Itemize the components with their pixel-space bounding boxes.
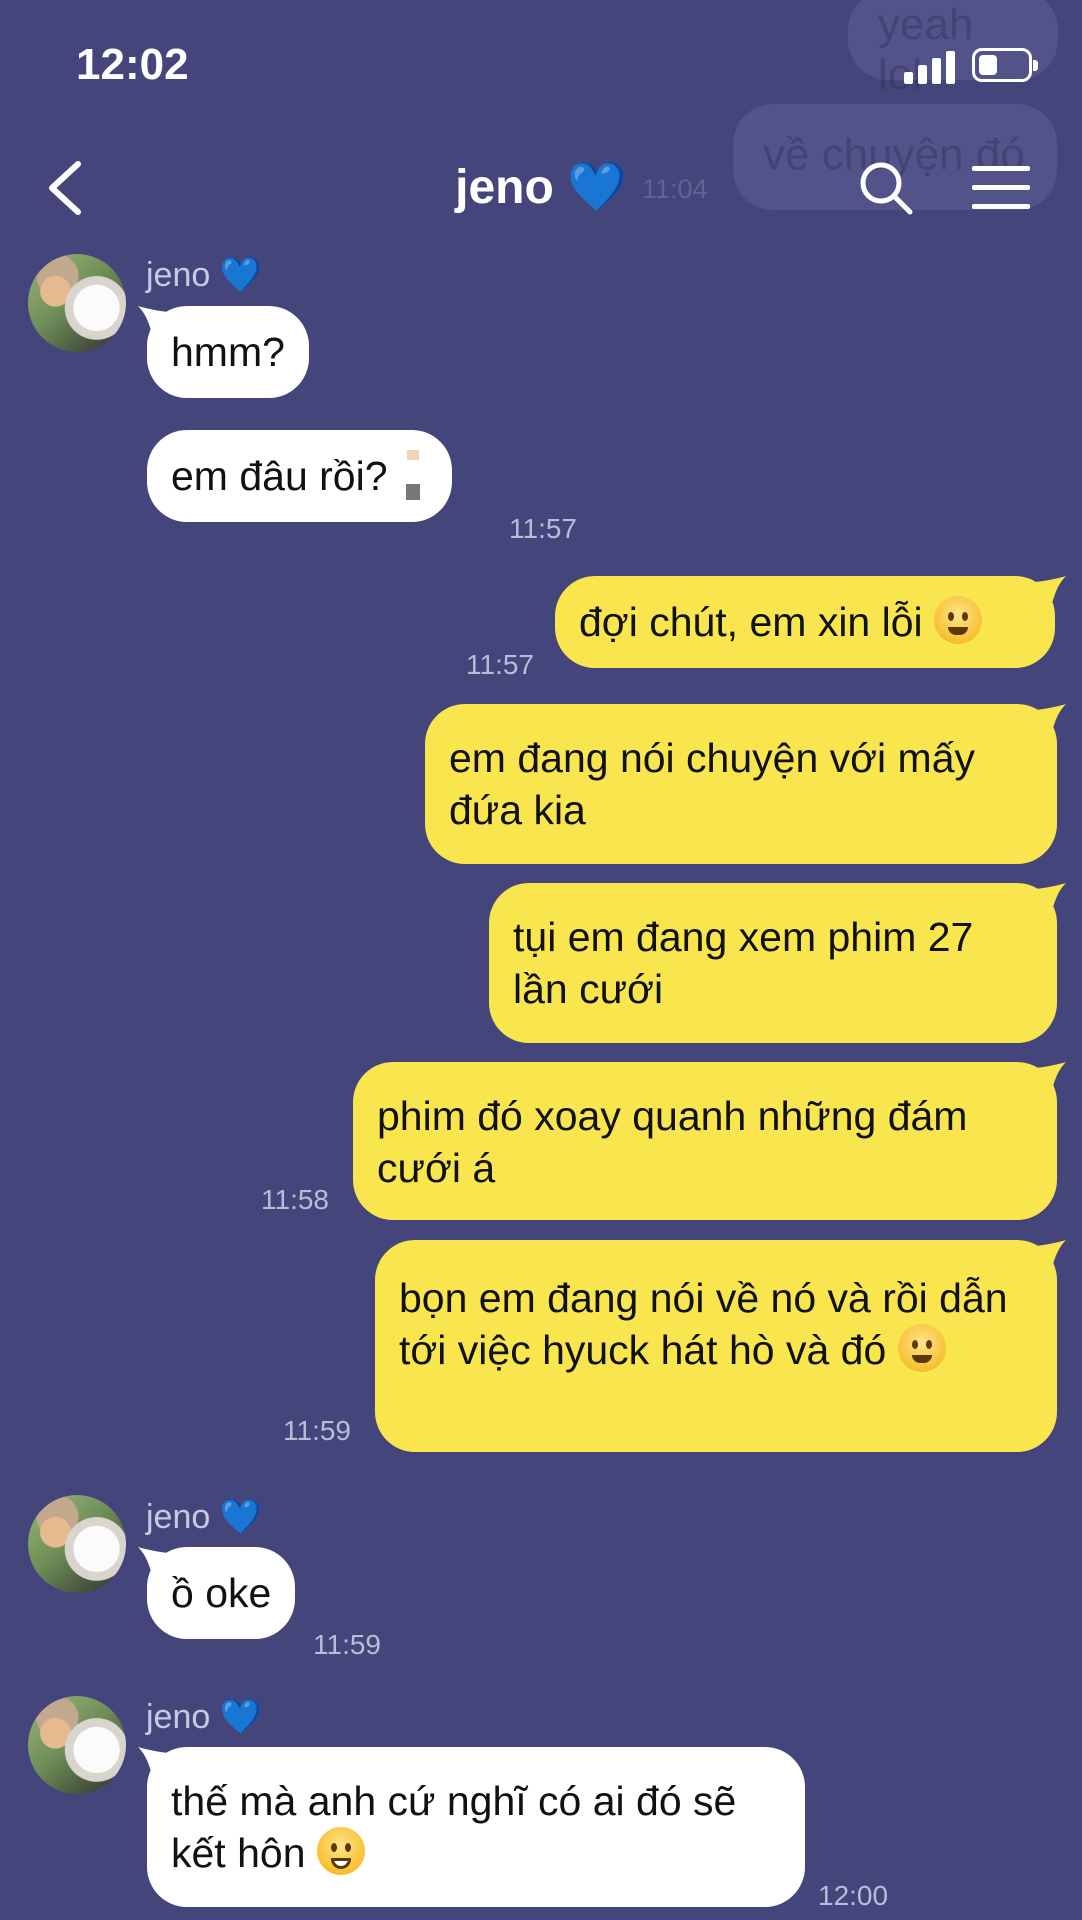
message-time: 12:00	[818, 1880, 889, 1911]
menu-icon[interactable]	[972, 166, 1030, 210]
avatar[interactable]	[28, 1495, 126, 1593]
message-bubble[interactable]: bọn em đang nói về nó và rồi dẫn tới việ…	[375, 1240, 1057, 1452]
message-bubble[interactable]: đợi chút, em xin lỗi	[555, 576, 1055, 668]
message-time: 11:59	[313, 1629, 381, 1660]
message-bubble[interactable]: em đang nói chuyện với mấy đứa kia	[425, 704, 1057, 864]
woozy-face-emoji	[897, 1324, 946, 1372]
status-time: 12:02	[76, 40, 189, 89]
avatar[interactable]	[28, 254, 126, 352]
search-icon[interactable]	[858, 160, 914, 216]
battery-icon	[972, 48, 1038, 82]
message-time: 11:58	[261, 1184, 329, 1215]
message-time: 11:57	[466, 649, 534, 680]
message-bubble[interactable]: phim đó xoay quanh những đám cưới á	[353, 1062, 1057, 1220]
bubble-tail	[1032, 576, 1066, 610]
sneezing-face-emoji	[934, 596, 983, 644]
avatar[interactable]	[28, 1696, 126, 1794]
bubble-tail	[1032, 1240, 1066, 1274]
message-bubble[interactable]: hmm?	[147, 306, 309, 398]
sender-name: jeno 💙	[146, 256, 263, 294]
grinning-face-emoji	[316, 1827, 365, 1875]
bubble-tail	[1032, 704, 1066, 738]
message-time: 11:59	[283, 1415, 351, 1446]
sender-name: jeno 💙	[146, 1498, 263, 1536]
message-bubble[interactable]: ồ oke	[147, 1547, 296, 1639]
person-standing-emoji	[397, 450, 428, 500]
message-bubble[interactable]: tụi em đang xem phim 27 lần cưới	[489, 883, 1057, 1043]
message-time: 11:57	[509, 513, 577, 544]
signal-icon	[904, 50, 956, 84]
sender-name: jeno 💙	[146, 1698, 263, 1736]
message-bubble[interactable]: thế mà anh cứ nghĩ có ai đó sẽ kết hôn	[147, 1747, 805, 1907]
bubble-tail	[1032, 1062, 1066, 1096]
chat-title[interactable]: jeno 💙	[0, 158, 1082, 215]
bubble-tail	[1032, 883, 1066, 917]
message-bubble[interactable]: em đâu rồi?	[147, 430, 452, 522]
